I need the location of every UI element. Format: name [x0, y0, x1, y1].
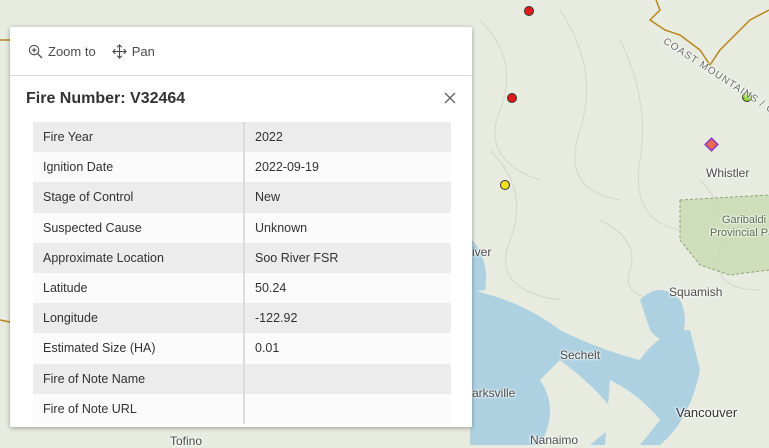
attribute-value: 2022 [244, 122, 451, 153]
attribute-row: Approximate Location Soo River FSR [33, 242, 451, 273]
zoom-to-label: Zoom to [48, 43, 96, 59]
feature-popup: Zoom to Pan Fire Number: V32464 Fire Yea… [10, 27, 472, 427]
attribute-value: 0.01 [244, 333, 451, 364]
fire-point-red[interactable] [507, 93, 517, 103]
attribute-row: Suspected Cause Unknown [33, 212, 451, 243]
map-label-tofino: Tofino [170, 434, 203, 448]
attribute-key: Ignition Date [33, 152, 245, 183]
attribute-key: Suspected Cause [33, 212, 245, 243]
popup-toolbar: Zoom to Pan [10, 27, 472, 76]
popup-title: Fire Number: V32464 [26, 90, 186, 107]
map-label-vancouver: Vancouver [676, 405, 738, 420]
attribute-row: Latitude 50.24 [33, 272, 451, 304]
map-label-parksville: arksville [472, 386, 516, 400]
map-label-sechelt: Sechelt [560, 348, 601, 362]
map-label-whistler: Whistler [706, 166, 750, 180]
attribute-row: Fire of Note Name [33, 363, 451, 394]
attribute-value: 50.24 [244, 272, 451, 304]
zoom-to-button[interactable]: Zoom to [28, 44, 96, 59]
close-icon[interactable] [442, 90, 458, 106]
map-label-squamish: Squamish [669, 285, 723, 299]
popup-header: Fire Number: V32464 [10, 76, 472, 122]
attribute-row: Longitude -122.92 [33, 303, 451, 334]
fire-point-red[interactable] [524, 6, 534, 16]
attribute-key: Fire of Note URL [33, 393, 245, 424]
attribute-table: Fire Year 2022 Ignition Date 2022-09-19 Stag… [33, 122, 451, 424]
map-label-river: iver [472, 245, 492, 259]
pan-button[interactable]: Pan [111, 43, 155, 59]
pan-icon [111, 43, 127, 59]
attribute-value: -122.92 [244, 303, 451, 334]
attribute-key: Estimated Size (HA) [33, 333, 245, 364]
attribute-value: Unknown [244, 212, 451, 243]
attribute-key: Approximate Location [33, 242, 245, 273]
attribute-key: Stage of Control [33, 182, 245, 213]
attribute-key: Longitude [33, 303, 245, 334]
map-label-garibaldi: Garibaldi [722, 214, 767, 226]
attribute-row: Stage of Control New [33, 182, 451, 213]
attribute-row: Ignition Date 2022-09-19 [33, 152, 451, 183]
attribute-value [244, 393, 451, 424]
attribute-row: Fire Year 2022 [33, 122, 451, 153]
map-label-provincial-park: Provincial Pa [710, 227, 769, 239]
attribute-value [244, 363, 451, 394]
attribute-key: Fire of Note Name [33, 363, 245, 394]
attribute-row: Fire of Note URL [33, 393, 451, 424]
attribute-value: 2022-09-19 [244, 152, 451, 183]
pan-label: Pan [131, 43, 155, 59]
zoom-in-icon [28, 44, 43, 59]
attribute-value: New [244, 182, 451, 213]
attribute-key: Latitude [33, 272, 245, 304]
attribute-value: Soo River FSR [244, 242, 451, 273]
attribute-key: Fire Year [33, 122, 245, 153]
fire-point-yellow[interactable] [500, 180, 510, 190]
attribute-row: Estimated Size (HA) 0.01 [33, 333, 451, 364]
